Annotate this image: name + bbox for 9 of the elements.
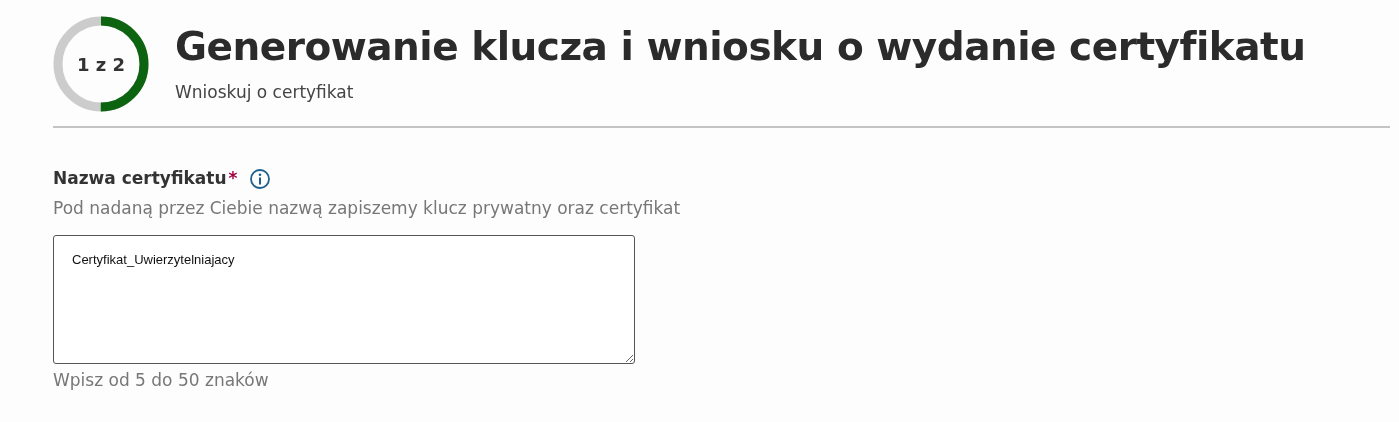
page-subtitle: Wnioskuj o certyfikat — [175, 81, 355, 104]
page-title: Generowanie klucza i wniosku o wydanie certyfikatu — [175, 23, 1306, 71]
certificate-name-field[interactable]: Certyfikat_Uwierzytelniajacy — [53, 235, 635, 364]
step-counter: 1 z 2 — [76, 52, 126, 77]
required-marker: * — [228, 167, 238, 190]
field-description: Pod nadaną przez Ciebie nazwą zapiszemy klucz prywatny oraz certyfikat — [53, 196, 682, 220]
info-icon[interactable] — [249, 167, 272, 190]
field-label: Nazwa certyfikatu — [53, 167, 227, 190]
field-hint: Wpisz od 5 do 50 znaków — [53, 369, 270, 392]
